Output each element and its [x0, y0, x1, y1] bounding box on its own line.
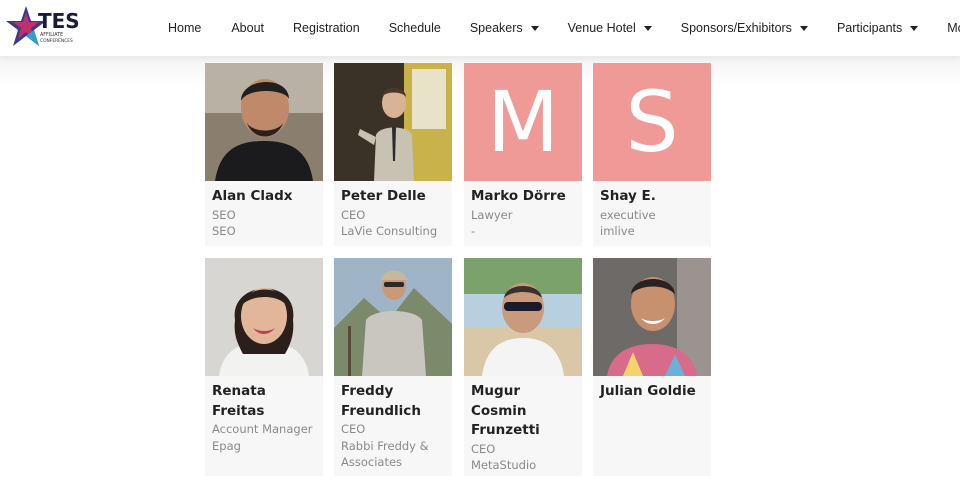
logo-star-icon: TES AFFILIATE CONFERENCES — [6, 6, 80, 46]
participant-company: - — [471, 224, 476, 238]
participant-initial-avatar: M — [464, 63, 582, 181]
nav-venue-hotel[interactable]: Venue Hotel — [568, 0, 652, 56]
participant-photo — [205, 63, 323, 181]
nav-participants[interactable]: Participants — [836, 0, 919, 56]
nav-more-label: More — [947, 21, 960, 35]
chevron-down-icon — [910, 25, 919, 31]
nav-home-label: Home — [168, 21, 202, 35]
nav-registration-label: Registration — [293, 21, 360, 35]
participant-company: SEO — [212, 224, 236, 238]
participant-name: Shay E. — [600, 188, 656, 204]
participant-name: Julian Goldie — [600, 383, 696, 399]
nav-sponsors-label: Sponsors/Exhibitors — [680, 21, 792, 35]
participant-card[interactable]: Alan Cladx SEO SEO — [205, 63, 323, 246]
participant-card[interactable]: Julian Goldie — [593, 258, 711, 476]
participant-name: Alan Cladx — [212, 188, 293, 204]
participant-photo — [334, 258, 452, 376]
participant-card[interactable]: Peter Delle CEO LaVie Consulting — [334, 63, 452, 246]
nav-participants-label: Participants — [836, 21, 903, 35]
participant-title: Account Manager — [212, 422, 313, 436]
site-logo[interactable]: TES AFFILIATE CONFERENCES — [6, 4, 86, 50]
nav-more[interactable]: More — [947, 0, 960, 56]
participant-photo — [464, 258, 582, 376]
logo-sub-affiliate: AFFILIATE — [40, 32, 63, 38]
nav-registration[interactable]: Registration — [293, 0, 360, 56]
participant-title: CEO — [341, 207, 366, 222]
participant-photo — [205, 258, 323, 376]
chevron-down-icon — [530, 25, 539, 31]
participant-title: CEO — [471, 441, 496, 456]
nav-speakers-label: Speakers — [469, 21, 523, 35]
participant-title: SEO — [212, 207, 236, 222]
main-nav: Home About Registration Schedule Speaker… — [160, 0, 960, 56]
logo-sub-conferences: CONFERENCES — [40, 38, 73, 44]
participant-name: Mugur Cosmin Frunzetti — [471, 383, 540, 438]
nav-sponsors-exhibitors[interactable]: Sponsors/Exhibitors — [681, 0, 808, 56]
chevron-down-icon — [799, 25, 808, 31]
participant-name: Peter Delle — [341, 188, 426, 204]
participant-card[interactable]: S Shay E. executive imlive — [593, 63, 711, 246]
participant-company: Epag — [212, 438, 241, 453]
participant-initial-avatar: S — [593, 63, 711, 181]
participant-company: LaVie Consulting — [341, 224, 438, 238]
site-header: TES AFFILIATE CONFERENCES Home About Reg… — [0, 0, 960, 56]
participants-grid: Alan Cladx SEO SEO Peter Delle CEO LaVie… — [205, 63, 711, 485]
participant-company: imlive — [600, 224, 635, 238]
nav-venue-hotel-label: Venue Hotel — [567, 21, 636, 35]
participant-photo — [593, 258, 711, 376]
logo-wordmark: TES — [38, 9, 80, 33]
participant-card[interactable]: M Marko Dörre Lawyer - — [464, 63, 582, 246]
participant-name: Marko Dörre — [471, 188, 566, 204]
participant-company: Rabbi Freddy & Associates — [341, 438, 429, 470]
nav-about[interactable]: About — [231, 0, 264, 56]
participant-photo: S — [593, 63, 711, 181]
nav-speakers[interactable]: Speakers — [470, 0, 539, 56]
participant-name: Renata Freitas — [212, 383, 266, 419]
chevron-down-icon — [643, 25, 652, 31]
participant-title: executive — [600, 207, 656, 222]
participant-photo — [334, 63, 452, 181]
participant-name: Freddy Freundlich — [341, 383, 421, 419]
nav-about-label: About — [231, 21, 265, 35]
participant-company: MetaStudio — [471, 458, 537, 472]
nav-home[interactable]: Home — [168, 0, 201, 56]
participant-card[interactable]: Renata Freitas Account Manager Epag — [205, 258, 323, 476]
participant-photo: M — [464, 63, 582, 181]
nav-schedule-label: Schedule — [388, 21, 441, 35]
participant-card[interactable]: Freddy Freundlich CEO Rabbi Freddy & Ass… — [334, 258, 452, 476]
participant-card[interactable]: Mugur Cosmin Frunzetti CEO MetaStudio — [464, 258, 582, 476]
participant-title: CEO — [341, 422, 366, 436]
participant-title: Lawyer — [471, 207, 513, 222]
nav-schedule[interactable]: Schedule — [389, 0, 441, 56]
